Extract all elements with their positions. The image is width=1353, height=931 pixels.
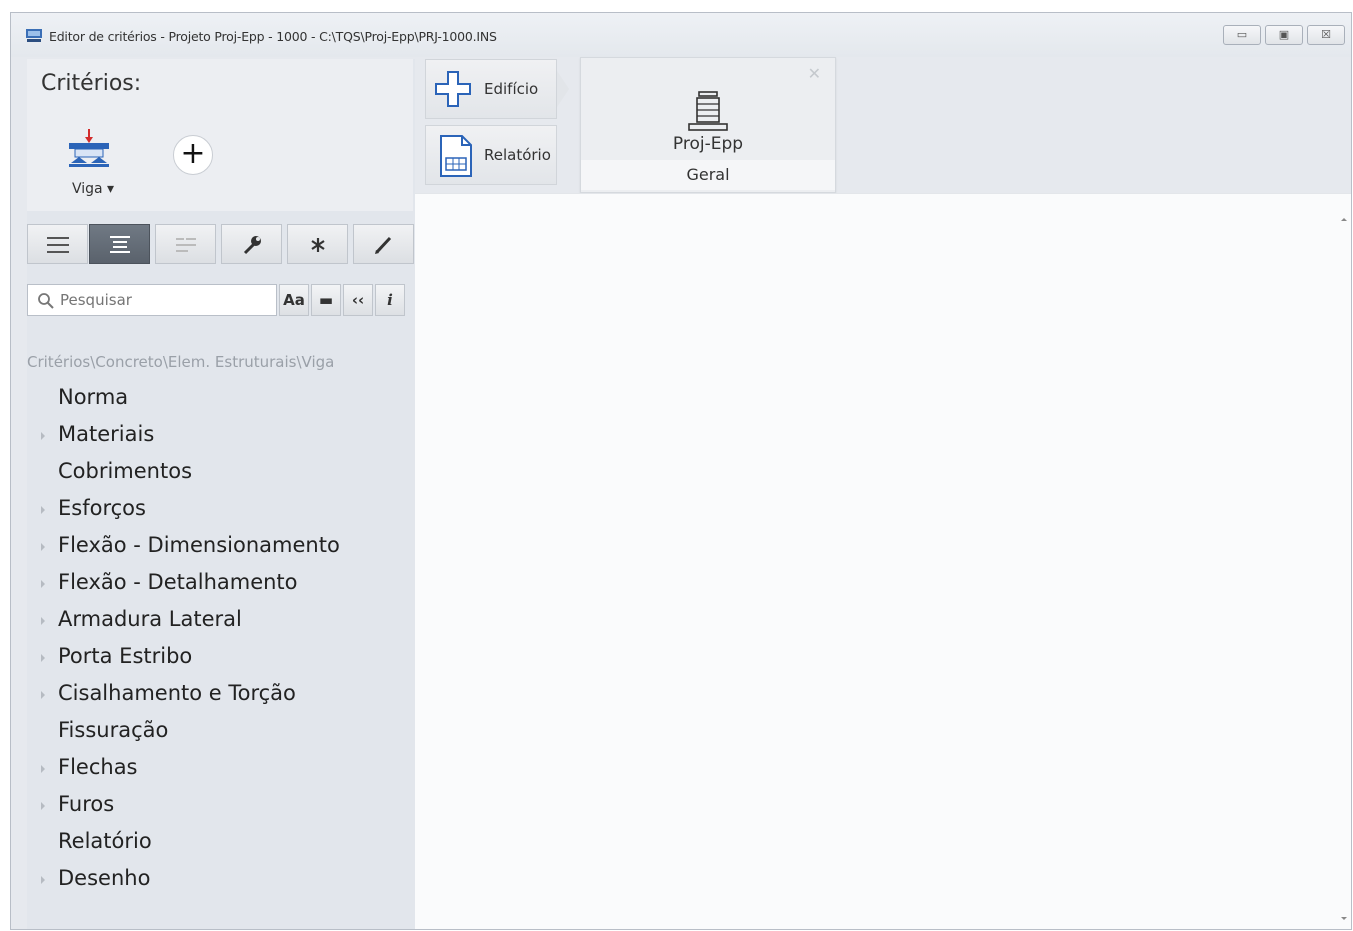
maximize-button[interactable]: ▣ xyxy=(1265,25,1303,45)
tree-item-label: Flexão - Detalhamento xyxy=(58,570,298,594)
search-box xyxy=(27,284,277,316)
close-icon: ☒ xyxy=(1321,28,1331,41)
report-icon xyxy=(440,135,472,177)
tools-button[interactable] xyxy=(221,224,282,264)
tab-relatorio[interactable]: Relatório xyxy=(425,125,557,185)
tree-view-button[interactable] xyxy=(89,224,150,264)
quote-label: ‹‹ xyxy=(351,291,365,309)
quote-search-button[interactable]: ‹‹ xyxy=(343,284,373,316)
app-icon xyxy=(26,29,42,42)
add-building-icon xyxy=(435,71,471,107)
tree-item-esforcos[interactable]: Esforços xyxy=(27,492,415,529)
tree-item-label: Fissuração xyxy=(58,718,169,742)
tree-item-furos[interactable]: Furos xyxy=(27,788,415,825)
tree-item-label: Cobrimentos xyxy=(58,459,193,483)
tree-item-armadura-lateral[interactable]: Armadura Lateral xyxy=(27,603,415,640)
add-criteria-button[interactable]: + xyxy=(173,135,213,175)
element-label: Viga ▾ xyxy=(71,181,115,197)
tree-item-label: Armadura Lateral xyxy=(58,607,242,631)
filter-icon xyxy=(176,238,196,252)
match-case-button[interactable]: Aa xyxy=(279,284,309,316)
tree-item-cobrimentos[interactable]: Cobrimentos xyxy=(27,455,415,492)
left-panel: Critérios: Viga ▾ + Pesquisar Aa ▬ ‹‹ i … xyxy=(27,59,415,929)
editor-window: Editor de critérios - Projeto Proj-Epp -… xyxy=(10,12,1352,930)
minimize-button[interactable]: ▭ xyxy=(1223,25,1261,45)
tree-item-porta-estribo[interactable]: Porta Estribo xyxy=(27,640,415,677)
list-view-button[interactable] xyxy=(27,224,88,264)
title-bar: Editor de critérios - Projeto Proj-Epp -… xyxy=(11,13,1351,57)
expand-arrow-icon[interactable] xyxy=(41,543,45,551)
tree-item-materiais[interactable]: Materiais xyxy=(27,418,415,455)
tree-item-label: Flexão - Dimensionamento xyxy=(58,533,340,557)
tree-item-label: Flechas xyxy=(58,755,138,779)
maximize-icon: ▣ xyxy=(1278,28,1290,41)
info-label: i xyxy=(387,291,393,309)
tree-item-relatorio[interactable]: Relatório xyxy=(27,825,415,862)
tree-item-label: Materiais xyxy=(58,422,155,446)
building-icon xyxy=(688,91,728,131)
whole-word-label: ▬ xyxy=(318,291,334,309)
tree-item-desenho[interactable]: Desenho xyxy=(27,862,415,899)
tree-item-flechas[interactable]: Flechas xyxy=(27,751,415,788)
project-name: Proj-Epp xyxy=(672,134,744,154)
info-button[interactable]: i xyxy=(375,284,405,316)
tree-item-label: Desenho xyxy=(58,866,151,890)
close-button[interactable]: ☒ xyxy=(1307,25,1345,45)
tree-item-label: Cisalhamento e Torção xyxy=(58,681,296,705)
expand-arrow-icon[interactable] xyxy=(41,654,45,662)
tree-icon xyxy=(110,236,130,253)
close-project-icon[interactable]: ✕ xyxy=(808,64,821,83)
tree-item-cisalhamento-torcao[interactable]: Cisalhamento e Torção xyxy=(27,677,415,714)
edit-button[interactable] xyxy=(353,224,414,264)
project-card[interactable]: ✕ Proj-Epp Geral xyxy=(580,57,836,193)
tab-relatorio-label: Relatório xyxy=(484,146,551,164)
pencil-icon xyxy=(375,236,392,254)
tab-edificio-label: Edifício xyxy=(484,80,539,98)
filter-view-button[interactable] xyxy=(155,224,216,264)
tree-item-label: Norma xyxy=(58,385,129,409)
expand-arrow-icon[interactable] xyxy=(41,432,45,440)
window-title: Editor de critérios - Projeto Proj-Epp -… xyxy=(49,29,497,44)
expand-arrow-icon[interactable] xyxy=(41,691,45,699)
criteria-tree: Norma Materiais Cobrimentos Esforços Fle… xyxy=(27,381,415,899)
beam-icon xyxy=(69,129,109,167)
tree-item-label: Esforços xyxy=(58,496,146,520)
tree-item-label: Furos xyxy=(58,792,115,816)
minimize-icon: ▭ xyxy=(1236,28,1248,41)
tree-item-label: Porta Estribo xyxy=(58,644,193,668)
scroll-down-icon[interactable] xyxy=(1341,917,1347,920)
whole-word-button[interactable]: ▬ xyxy=(311,284,341,316)
match-case-label: Aa xyxy=(283,291,305,309)
wrench-icon xyxy=(243,236,261,255)
expand-arrow-icon[interactable] xyxy=(41,506,45,514)
tab-edificio[interactable]: Edifício xyxy=(425,59,557,119)
special-button[interactable] xyxy=(287,224,348,264)
expand-arrow-icon[interactable] xyxy=(41,580,45,588)
tab-pointer xyxy=(557,71,569,107)
search-input[interactable] xyxy=(60,289,270,311)
view-toolbar xyxy=(27,224,414,266)
expand-arrow-icon[interactable] xyxy=(41,765,45,773)
tree-item-label: Relatório xyxy=(58,829,152,853)
element-selector-viga[interactable]: Viga ▾ xyxy=(65,127,114,203)
asterisk-icon xyxy=(311,238,325,252)
criteria-box: Critérios: Viga ▾ + xyxy=(27,59,413,211)
tree-item-norma[interactable]: Norma xyxy=(27,381,415,418)
criteria-title: Critérios: xyxy=(41,71,142,96)
main-content-area xyxy=(415,193,1351,929)
breadcrumb: Critérios\Concreto\Elem. Estruturais\Vig… xyxy=(27,353,335,371)
search-icon xyxy=(38,293,54,309)
tree-item-flexao-dimensionamento[interactable]: Flexão - Dimensionamento xyxy=(27,529,415,566)
expand-arrow-icon[interactable] xyxy=(41,617,45,625)
tree-item-flexao-detalhamento[interactable]: Flexão - Detalhamento xyxy=(27,566,415,603)
context-tabs-area: Edifício Relatório ✕ Proj-Epp Geral xyxy=(415,57,1351,205)
project-subtitle: Geral xyxy=(581,160,835,190)
expand-arrow-icon[interactable] xyxy=(41,876,45,884)
expand-arrow-icon[interactable] xyxy=(41,802,45,810)
scroll-up-icon[interactable] xyxy=(1341,218,1347,221)
list-icon xyxy=(47,237,69,253)
plus-icon: + xyxy=(180,136,206,171)
tree-item-fissuracao[interactable]: Fissuração xyxy=(27,714,415,751)
